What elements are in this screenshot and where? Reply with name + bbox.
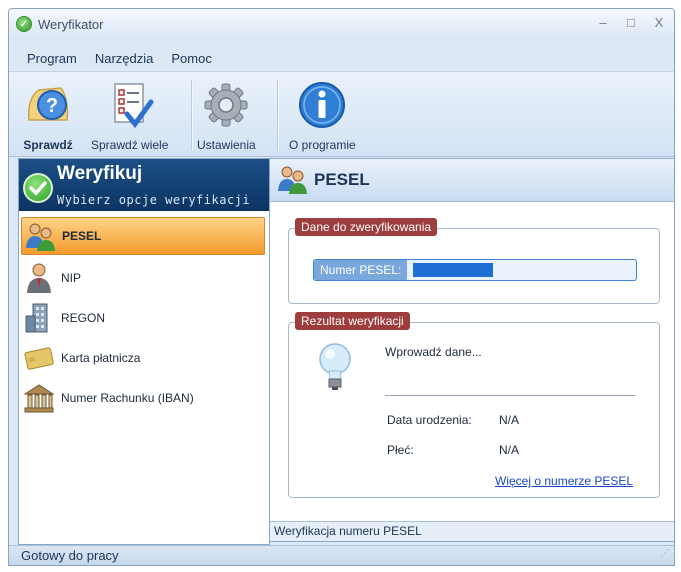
checkmark-icon: [23, 173, 53, 203]
maximize-button[interactable]: □: [622, 15, 640, 31]
nav-item-pesel[interactable]: PESEL: [21, 217, 265, 255]
minimize-button[interactable]: –: [594, 15, 612, 31]
menu-pomoc[interactable]: Pomoc: [171, 51, 211, 66]
result-divider: [385, 395, 635, 396]
menu-program[interactable]: Program: [27, 51, 77, 66]
building-icon: [21, 301, 57, 335]
nav-item-label: REGON: [61, 311, 106, 325]
result-message: Wprowadź dane...: [385, 345, 482, 359]
title-bar[interactable]: ✓ Weryfikator – □ X: [9, 9, 674, 39]
nav-subtitle: Wybierz opcje weryfikacji: [57, 193, 251, 207]
verification-nav-panel: Weryfikuj Wybierz opcje weryfikacji PESE…: [18, 158, 270, 545]
input-group-label: Dane do zweryfikowania: [295, 218, 438, 236]
help-question-icon: ?: [21, 78, 75, 132]
pesel-field: Numer PESEL:: [313, 259, 637, 281]
nav-item-karta[interactable]: Karta płatnicza: [21, 339, 265, 377]
toolbar-divider: [277, 80, 278, 150]
sprawdz-wiele-label: Sprawdź wiele: [91, 138, 169, 152]
content-footer: Weryfikacja numeru PESEL: [270, 521, 674, 541]
sprawdz-wiele-button[interactable]: Sprawdź wiele: [91, 78, 168, 152]
status-text: Gotowy do pracy: [21, 548, 119, 563]
input-group: Dane do zweryfikowania Numer PESEL:: [288, 218, 660, 304]
sprawdz-label: Sprawdź: [23, 138, 73, 152]
toolbar-divider: [191, 80, 192, 150]
result-group: Rezultat weryfikacji Wprowadź dane... Da…: [288, 312, 660, 498]
payment-card-icon: [21, 341, 57, 375]
gender-value: N/A: [499, 443, 520, 457]
app-window: ✓ Weryfikator – □ X Program Narzędzia Po…: [8, 8, 675, 566]
svg-text:?: ?: [46, 95, 58, 117]
checklist-icon: [103, 78, 157, 132]
nav-header: Weryfikuj Wybierz opcje weryfikacji: [19, 159, 269, 211]
birthdate-value: N/A: [499, 413, 520, 427]
users-icon: [276, 163, 308, 198]
window-title: Weryfikator: [38, 16, 104, 32]
o-programie-label: O programie: [289, 138, 356, 152]
more-about-pesel-link[interactable]: Więcej o numerze PESEL: [495, 474, 633, 488]
close-button[interactable]: X: [650, 15, 668, 31]
ustawienia-label: Ustawienia: [197, 138, 256, 152]
ustawienia-button[interactable]: Ustawienia: [197, 78, 256, 152]
menu-bar: Program Narzędzia Pomoc: [9, 47, 674, 69]
sprawdz-button[interactable]: ? Sprawdź: [21, 78, 75, 152]
app-check-icon: ✓: [16, 16, 32, 32]
nav-item-label: Numer Rachunku (IBAN): [61, 391, 194, 405]
nav-item-label: Karta płatnicza: [61, 351, 141, 365]
birthdate-label: Data urodzenia:: [387, 413, 472, 427]
gender-label: Płeć:: [387, 443, 414, 457]
users-icon: [22, 219, 58, 253]
bank-icon: [21, 381, 57, 415]
resize-grip-icon[interactable]: ⋰: [660, 544, 670, 563]
nav-item-iban[interactable]: Numer Rachunku (IBAN): [21, 379, 265, 417]
toolbar: ? Sprawdź Sprawdź wiele Ustawienia O pro…: [9, 71, 674, 157]
content-header: PESEL: [270, 159, 674, 202]
info-icon: [295, 78, 349, 132]
nav-item-label: NIP: [61, 271, 82, 285]
lightbulb-icon: [317, 341, 353, 396]
gear-icon: [199, 78, 253, 132]
nav-item-nip[interactable]: NIP: [21, 259, 265, 297]
content-title: PESEL: [314, 170, 370, 189]
status-bar: Gotowy do pracy ⋰: [9, 545, 674, 565]
menu-narzedzia[interactable]: Narzędzia: [95, 51, 154, 66]
nav-item-label: PESEL: [62, 229, 102, 243]
pesel-input[interactable]: [413, 263, 494, 277]
pesel-field-label: Numer PESEL:: [314, 260, 408, 280]
nav-title: Weryfikuj: [57, 163, 143, 184]
nav-item-regon[interactable]: REGON: [21, 299, 265, 337]
pesel-content-panel: PESEL Dane do zweryfikowania Numer PESEL…: [269, 158, 674, 542]
o-programie-button[interactable]: O programie: [289, 78, 356, 152]
result-group-label: Rezultat weryfikacji: [295, 312, 410, 330]
businessman-icon: [21, 261, 57, 295]
